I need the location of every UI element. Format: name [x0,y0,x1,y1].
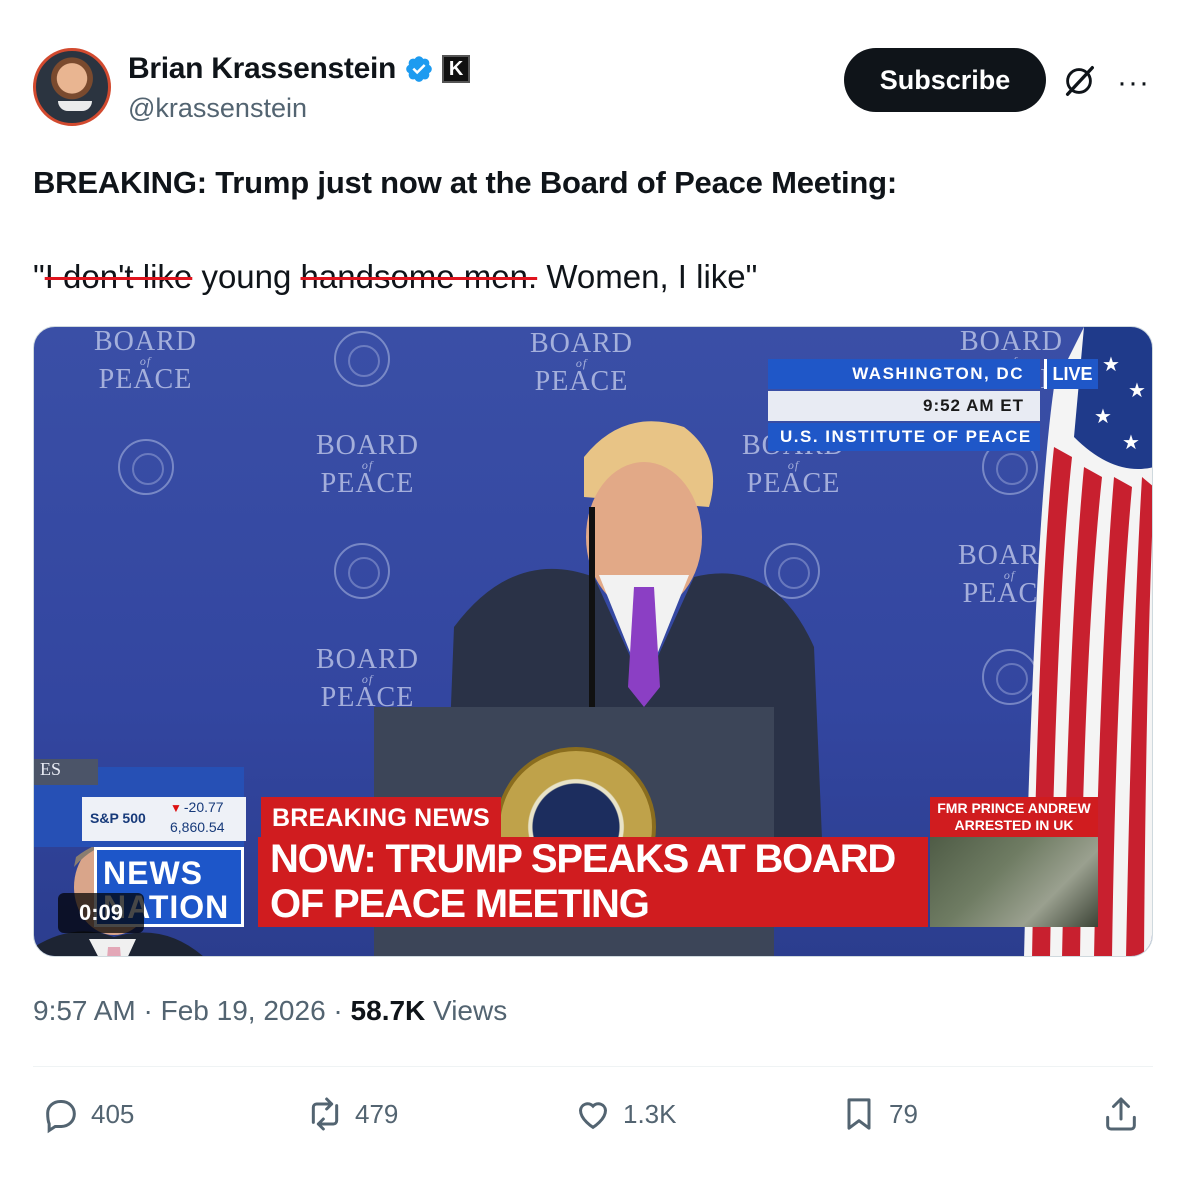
backdrop-seal [118,439,174,495]
reply-icon [46,1100,76,1134]
divider [33,1066,1153,1067]
views-count[interactable]: 58.7K [351,995,426,1026]
stock-ticker: S&P 500 -20.77 6,860.54 [82,797,246,841]
action-bar: 405 479 1.3K 79 [33,1094,1153,1138]
svg-text:★: ★ [1128,380,1146,402]
breaking-news-label: BREAKING NEWS [261,797,501,839]
post-quote: "I don't like young handsome men. Women,… [33,258,757,296]
bookmark-icon [847,1098,871,1130]
heart-icon [578,1102,608,1130]
backdrop-logo: BOARDofPEACE [316,430,420,499]
svg-text:★: ★ [1122,432,1140,454]
post-headline: BREAKING: Trump just now at the Board of… [33,165,897,200]
name-plate: ES [34,759,98,785]
grok-icon[interactable] [1060,62,1098,100]
post-time[interactable]: 9:57 AM [33,995,136,1026]
quote-end: Women, I like" [537,258,758,295]
live-time: 9:52 AM ET [768,391,1040,421]
affiliate-badge[interactable]: K [442,55,471,83]
views-label: Views [425,995,508,1026]
video-timer: 0:09 [58,893,144,933]
verified-checkmark-icon[interactable] [404,54,434,84]
backdrop-seal [334,543,390,599]
quote-mid: young [192,258,301,295]
author-name-row: Brian Krassenstein K [128,52,471,86]
live-venue: U.S. INSTITUTE OF PEACE [768,423,1040,451]
side-story-label: FMR PRINCE ANDREW ARRESTED IN UK [930,797,1098,837]
svg-text:★: ★ [1102,354,1120,376]
repost-button[interactable]: 479 [305,1094,398,1134]
live-bug: WASHINGTON, DC LIVE 9:52 AM ET U.S. INST… [768,359,1098,451]
headline-banner: NOW: TRUMP SPEAKS AT BOARD OF PEACE MEET… [258,837,928,927]
ticker-index: S&P 500 [90,810,146,826]
post-date[interactable]: Feb 19, 2026 [161,995,326,1026]
author-display-name[interactable]: Brian Krassenstein [128,52,396,86]
ticker-change: -20.77 [170,799,224,815]
ticker-value: 6,860.54 [170,819,225,835]
share-icon [1106,1097,1136,1131]
more-options-icon[interactable]: ··· [1117,66,1150,100]
post-header: Brian Krassenstein K @krassenstein Subsc… [33,48,1153,128]
repost-icon [311,1097,339,1131]
live-tag: LIVE [1044,359,1098,389]
side-story-thumbnail [930,837,1098,927]
reply-button[interactable]: 405 [41,1094,134,1134]
video-player[interactable]: BOARD of PEACE BOARD of PEACE BOARD of PEACE B… [33,326,1153,957]
bookmark-button[interactable]: 79 [839,1094,918,1134]
bookmark-count: 79 [889,1098,918,1129]
subscribe-button[interactable]: Subscribe [844,48,1046,112]
reply-count: 405 [91,1098,135,1129]
struck-text-1: I don't like [44,258,193,295]
quote-open: " [33,258,45,295]
post-meta: 9:57 AM · Feb 19, 2026 · 58.7K Views [33,995,507,1027]
repost-count: 479 [355,1098,399,1129]
like-count: 1.3K [623,1098,677,1129]
backdrop-seal [334,331,390,387]
backdrop-logo: BOARDofPEACE [316,644,420,713]
meta-separator: · [325,995,351,1026]
share-button[interactable] [1101,1094,1141,1134]
author-avatar[interactable] [33,48,111,126]
author-handle[interactable]: @krassenstein [128,93,307,124]
live-location: WASHINGTON, DC [768,359,1040,389]
meta-separator: · [135,995,161,1026]
backdrop-logo: BOARDofPEACE [94,326,198,395]
like-button[interactable]: 1.3K [573,1094,677,1134]
struck-text-2: handsome men. [300,258,538,295]
backdrop-logo: BOARDofPEACE [530,328,634,397]
